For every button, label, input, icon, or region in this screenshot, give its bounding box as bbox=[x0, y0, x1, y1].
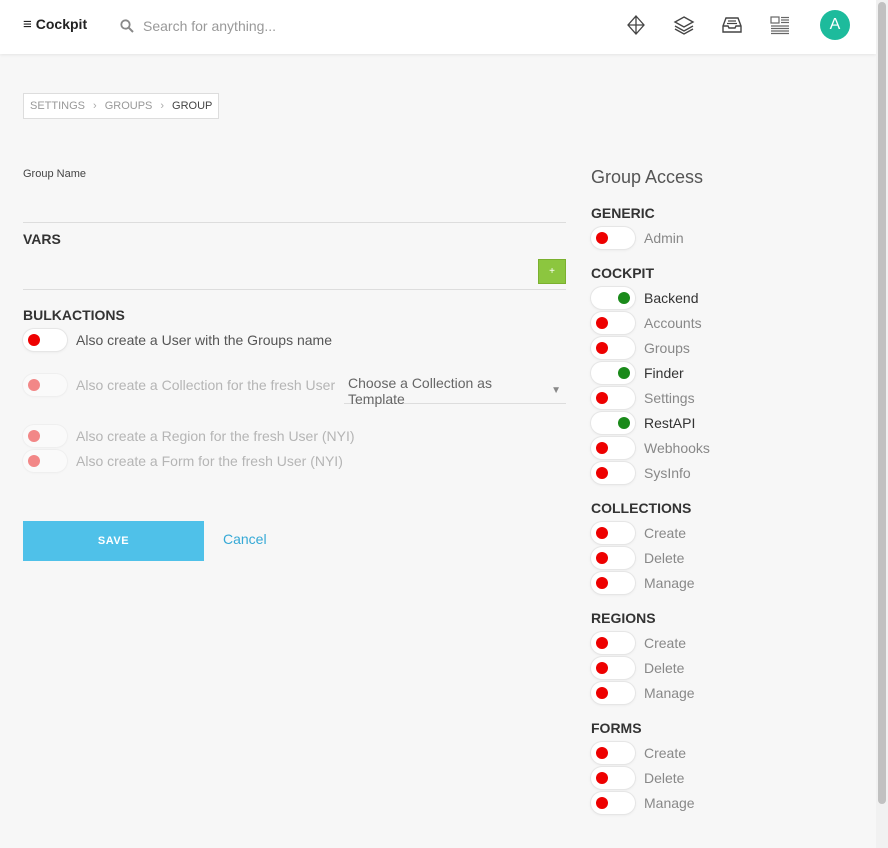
permission-label-webhooks: Webhooks bbox=[644, 440, 710, 456]
app-title: Cockpit bbox=[35, 16, 88, 32]
toggle-forms-delete[interactable] bbox=[591, 767, 635, 789]
toggle-collections-create[interactable] bbox=[591, 522, 635, 544]
toggle-cockpit-settings[interactable] bbox=[591, 387, 635, 409]
chevron-right-icon: › bbox=[93, 100, 97, 112]
layers-icon[interactable] bbox=[672, 13, 696, 37]
toggle-collections-manage[interactable] bbox=[591, 572, 635, 594]
search-icon bbox=[120, 19, 134, 33]
permission-label-restapi: RestAPI bbox=[644, 415, 696, 431]
access-category-collections: COLLECTIONS bbox=[591, 500, 692, 516]
breadcrumb-settings[interactable]: Settings bbox=[30, 100, 85, 112]
option-create-form-label: Also create a Form for the fresh User (N… bbox=[76, 453, 343, 469]
bulkactions-title: BULKACTIONS bbox=[23, 307, 125, 323]
group-name-label: Group Name bbox=[23, 168, 86, 180]
add-var-button[interactable]: + bbox=[538, 259, 566, 284]
group-access-title: Group Access bbox=[591, 167, 704, 187]
layout-icon[interactable] bbox=[768, 13, 792, 37]
avatar[interactable]: A bbox=[820, 10, 850, 40]
access-category-cockpit: COCKPIT bbox=[591, 265, 654, 281]
permission-label-delete: Delete bbox=[644, 770, 685, 786]
permission-label-admin: Admin bbox=[644, 230, 684, 246]
option-create-user-label: Also create a User with the Groups name bbox=[76, 332, 333, 348]
scrollbar[interactable] bbox=[876, 0, 888, 848]
app-menu-button[interactable]: ≡ Cockpit bbox=[23, 16, 87, 32]
toggle-generic-admin[interactable] bbox=[591, 227, 635, 249]
toggle-cockpit-finder[interactable] bbox=[591, 362, 635, 384]
breadcrumb: Settings › Groups › Group bbox=[23, 93, 220, 119]
toggle-forms-create[interactable] bbox=[591, 742, 635, 764]
permission-label-backend: Backend bbox=[644, 290, 699, 306]
permission-label-finder: Finder bbox=[644, 365, 684, 381]
permission-label-sysinfo: SysInfo bbox=[644, 465, 691, 481]
diamond-icon[interactable] bbox=[624, 13, 648, 37]
toggle-cockpit-sysinfo[interactable] bbox=[591, 462, 635, 484]
option-create-region-label: Also create a Region for the fresh User … bbox=[76, 428, 355, 444]
collection-template-select[interactable]: Choose a Collection as Template ▼ bbox=[344, 374, 566, 407]
toggle-cockpit-restapi[interactable] bbox=[591, 412, 635, 434]
toggle-forms-manage[interactable] bbox=[591, 792, 635, 814]
top-bar: ≡ Cockpit A bbox=[0, 0, 876, 54]
toggle-cockpit-accounts[interactable] bbox=[591, 312, 635, 334]
toggle-create-form[interactable] bbox=[23, 450, 67, 472]
toggle-collections-delete[interactable] bbox=[591, 547, 635, 569]
permission-label-groups: Groups bbox=[644, 340, 690, 356]
save-button[interactable]: SAVE bbox=[23, 521, 204, 561]
permission-label-delete: Delete bbox=[644, 550, 685, 566]
permission-label-create: Create bbox=[644, 525, 687, 541]
option-create-collection-label: Also create a Collection for the fresh U… bbox=[76, 377, 336, 393]
permission-label-manage: Manage bbox=[644, 575, 695, 591]
caret-down-icon: ▼ bbox=[551, 385, 561, 396]
access-category-regions: REGIONS bbox=[591, 610, 656, 626]
breadcrumb-group: Group bbox=[172, 100, 213, 112]
permission-label-delete: Delete bbox=[644, 660, 685, 676]
chevron-right-icon: › bbox=[160, 100, 165, 112]
permission-label-accounts: Accounts bbox=[644, 315, 702, 331]
toggle-cockpit-webhooks[interactable] bbox=[591, 437, 635, 459]
toggle-create-user[interactable] bbox=[23, 329, 67, 351]
scrollbar-thumb[interactable] bbox=[878, 2, 886, 804]
toggle-cockpit-groups[interactable] bbox=[591, 337, 635, 359]
collection-template-value: Choose a Collection as Template bbox=[348, 374, 492, 407]
toggle-regions-manage[interactable] bbox=[591, 682, 635, 704]
hamburger-icon[interactable]: ≡ bbox=[23, 17, 32, 32]
toggle-create-region[interactable] bbox=[23, 425, 67, 447]
toggle-create-collection[interactable] bbox=[23, 374, 67, 396]
vars-divider bbox=[23, 289, 566, 290]
access-category-forms: FORMS bbox=[591, 720, 642, 736]
access-category-generic: GENERIC bbox=[591, 205, 655, 221]
breadcrumb-groups[interactable]: Groups bbox=[105, 100, 153, 112]
permission-label-create: Create bbox=[644, 745, 687, 761]
search-bar[interactable] bbox=[120, 14, 420, 38]
permission-label-manage: Manage bbox=[644, 685, 695, 701]
permission-label-manage: Manage bbox=[644, 795, 695, 811]
permission-label-settings: Settings bbox=[644, 390, 695, 406]
toggle-regions-delete[interactable] bbox=[591, 657, 635, 679]
search-input[interactable] bbox=[143, 18, 393, 34]
toggle-regions-create[interactable] bbox=[591, 632, 635, 654]
cancel-link[interactable]: Cancel bbox=[223, 531, 267, 547]
group-name-input[interactable] bbox=[23, 195, 566, 223]
inbox-icon[interactable] bbox=[720, 13, 744, 37]
vars-title: VARS bbox=[23, 231, 61, 247]
toggle-cockpit-backend[interactable] bbox=[591, 287, 635, 309]
permission-label-create: Create bbox=[644, 635, 687, 651]
